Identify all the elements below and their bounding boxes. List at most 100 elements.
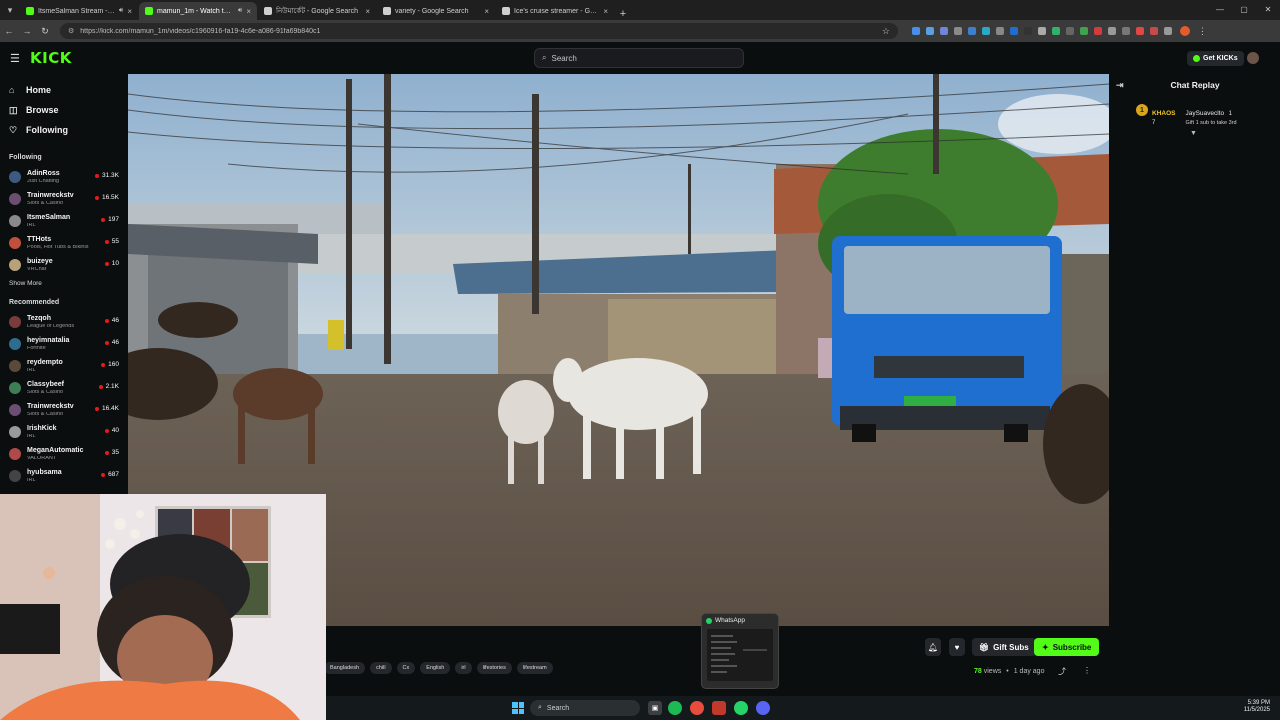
tab-close-icon[interactable]: ×	[365, 7, 370, 16]
tab-close-icon[interactable]: ×	[603, 7, 608, 16]
tab-audio-icon[interactable]: 🔊︎	[119, 7, 123, 15]
taskbar-search-input[interactable]: ⌕ Search	[530, 700, 640, 716]
whatsapp-taskbar-icon[interactable]	[734, 701, 748, 715]
tag-chip[interactable]: lifestories	[476, 662, 512, 674]
tab-list-icon[interactable]: ▾	[0, 0, 20, 20]
extension-icon[interactable]	[940, 27, 948, 35]
extension-icon[interactable]	[926, 27, 934, 35]
extension-icon[interactable]	[1164, 27, 1172, 35]
tab-title: mamun_1m - Watch the V	[157, 7, 234, 15]
calendar-app-icon[interactable]	[712, 701, 726, 715]
browser-tab[interactable]: ItsmeSalman Stream - Wat 🔊︎ ×	[20, 2, 138, 20]
sidebar-channel[interactable]: MeganAutomatic VALORANT 35	[0, 443, 128, 465]
maximize-icon[interactable]: ▢	[1232, 0, 1256, 20]
tag-chip[interactable]: English	[420, 662, 451, 674]
gift-recipient[interactable]: JaySuaveclto	[1185, 110, 1224, 117]
extension-icon[interactable]	[982, 27, 990, 35]
extension-icon[interactable]	[1024, 27, 1032, 35]
more-options-icon[interactable]: ⋮	[1083, 666, 1091, 675]
extension-icon[interactable]	[996, 27, 1004, 35]
chrome-icon[interactable]	[690, 701, 704, 715]
extension-icon[interactable]	[1038, 27, 1046, 35]
channel-avatar	[9, 382, 21, 394]
spotify-icon[interactable]	[668, 701, 682, 715]
sidebar-channel[interactable]: Trainwreckstv Slots & Casino 16.4K	[0, 399, 128, 421]
extension-icon[interactable]	[1080, 27, 1088, 35]
get-kicks-button[interactable]: Get KICKs	[1187, 51, 1244, 66]
address-bar[interactable]: ⚙ https://kick.com/mamun_1m/videos/c1960…	[60, 23, 898, 39]
browser-tab[interactable]: variety - Google Search ×	[377, 2, 495, 20]
extension-icon[interactable]	[1150, 27, 1158, 35]
sidebar-channel[interactable]: hyubsama IRL 687	[0, 465, 128, 487]
extension-icon[interactable]	[1094, 27, 1102, 35]
notification-bell-icon[interactable]: 🔔︎	[925, 638, 941, 656]
extension-icon[interactable]	[968, 27, 976, 35]
search-input[interactable]: ⌕ Search	[534, 48, 744, 68]
follow-heart-icon[interactable]: ♥	[949, 638, 965, 656]
extension-icon[interactable]	[1122, 27, 1130, 35]
extension-icon[interactable]	[912, 27, 920, 35]
forward-icon[interactable]: →	[18, 26, 36, 36]
discord-icon[interactable]	[756, 701, 770, 715]
browser-tab[interactable]: নিউমার্কেট - Google Search ×	[258, 2, 376, 20]
sidebar-channel[interactable]: reydempto IRL 160	[0, 355, 128, 377]
back-icon[interactable]: ←	[0, 26, 18, 36]
share-icon[interactable]: ⤴	[1058, 666, 1066, 677]
tag-chip[interactable]: Bangladesh	[324, 662, 366, 674]
live-dot-icon	[104, 340, 109, 345]
profile-avatar[interactable]	[1180, 26, 1190, 36]
sidebar-channel[interactable]: Trainwreckstv Slots & Casino 16.5K	[0, 188, 128, 210]
extension-icon[interactable]	[1066, 27, 1074, 35]
sidebar-channel[interactable]: heyimnatalia Fortnite 46	[0, 333, 128, 355]
browser-tab[interactable]: Ice's cruise streamer - Google S ×	[496, 2, 614, 20]
windows-start-icon[interactable]	[512, 702, 524, 714]
sidebar-nav-home[interactable]: ⌂ Home	[0, 80, 128, 100]
sidebar-nav-following[interactable]: ♡ Following	[0, 120, 128, 140]
tag-chip[interactable]: Cx	[396, 662, 416, 674]
task-view-icon[interactable]: ▣	[648, 701, 662, 715]
tab-audio-icon[interactable]: 🔊︎	[238, 7, 242, 15]
whatsapp-preview-popup[interactable]: WhatsApp	[701, 613, 779, 689]
live-dot-icon	[101, 362, 106, 367]
sidebar-channel[interactable]: IrishKick IRL 40	[0, 421, 128, 443]
extension-icon[interactable]	[1052, 27, 1060, 35]
browser-menu-icon[interactable]: ⋮	[1198, 26, 1207, 37]
system-clock[interactable]: 5:39 PM 11/5/2025	[1244, 700, 1270, 714]
sidebar-nav-browse[interactable]: ◫ Browse	[0, 100, 128, 120]
browser-tab[interactable]: mamun_1m - Watch the V 🔊︎ ×	[139, 2, 257, 20]
sidebar-channel[interactable]: Classybeef Slots & Casino 2.1K	[0, 377, 128, 399]
user-avatar[interactable]	[1247, 52, 1259, 64]
scroll-down-icon[interactable]: ▼	[1190, 130, 1197, 137]
bookmark-star-icon[interactable]: ☆	[882, 26, 890, 37]
menu-icon[interactable]: ☰	[10, 52, 20, 65]
kick-logo[interactable]: KICK	[30, 49, 72, 67]
new-tab-button[interactable]: +	[615, 8, 631, 20]
sidebar-channel[interactable]: TTHots Pools, Hot Tubs & Bikinis 55	[0, 232, 128, 254]
sidebar-channel[interactable]: ItsmeSalman IRL 197	[0, 210, 128, 232]
channel-avatar	[9, 193, 21, 205]
gift-subs-button[interactable]: 🎁︎ Gift Subs	[972, 638, 1036, 656]
sidebar-channel[interactable]: Tezqoh League of Legends 46	[0, 311, 128, 333]
tab-close-icon[interactable]: ×	[246, 7, 251, 16]
star-icon: ✦	[1042, 642, 1049, 652]
extension-icon[interactable]	[1136, 27, 1144, 35]
tag-chip[interactable]: chill	[370, 662, 392, 674]
show-more-link[interactable]: Show More	[0, 280, 128, 287]
sidebar-channel[interactable]: AdinRoss Just Chatting 31.3K	[0, 166, 128, 188]
extension-icon[interactable]	[954, 27, 962, 35]
tab-close-icon[interactable]: ×	[484, 7, 489, 16]
extension-icon[interactable]	[1010, 27, 1018, 35]
collapse-chat-icon[interactable]: ⇥	[1116, 80, 1124, 91]
close-window-icon[interactable]: ✕	[1256, 0, 1280, 20]
tag-chip[interactable]: irl	[455, 662, 472, 674]
channel-avatar	[9, 338, 21, 350]
tag-chip[interactable]: lifestream	[516, 662, 553, 674]
chat-username[interactable]: KHAOS	[1152, 110, 1175, 117]
tab-close-icon[interactable]: ×	[127, 7, 132, 16]
subscribe-button[interactable]: ✦ Subscribe	[1034, 638, 1100, 656]
minimize-icon[interactable]: —	[1208, 0, 1232, 20]
sidebar-channel[interactable]: buizeye VRChat 10	[0, 254, 128, 276]
extension-icon[interactable]	[1108, 27, 1116, 35]
site-info-icon[interactable]: ⚙	[68, 27, 74, 35]
reload-icon[interactable]: ↻	[36, 26, 54, 37]
